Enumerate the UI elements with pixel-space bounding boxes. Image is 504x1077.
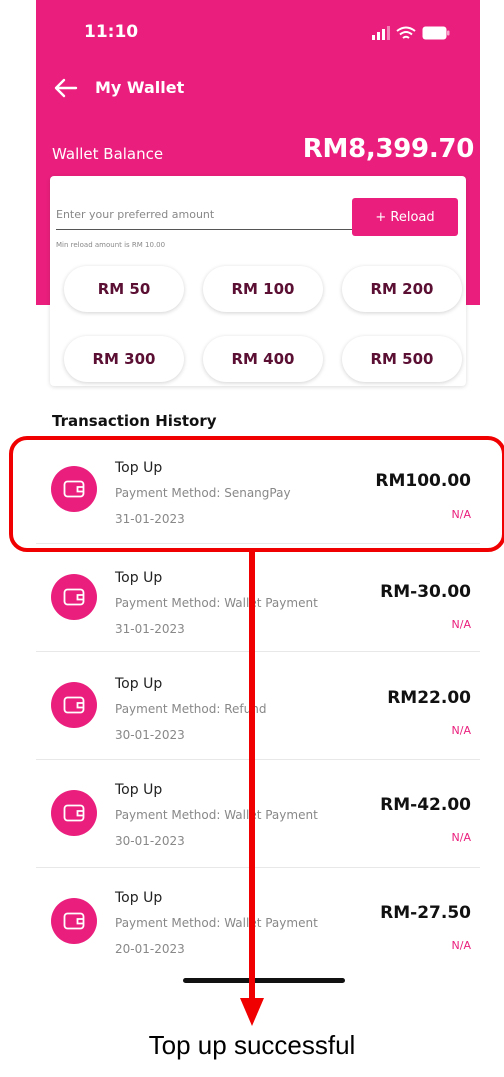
preset-rm-500[interactable]: RM 500: [342, 336, 462, 382]
transaction-title: Top Up: [115, 890, 163, 906]
transaction-date: 31-01-2023: [115, 622, 185, 636]
wifi-icon: [396, 26, 416, 39]
status-icons: [372, 24, 450, 42]
preset-rm-50[interactable]: RM 50: [64, 266, 184, 312]
transaction-amount: RM-30.00: [380, 582, 471, 602]
arrow-left-icon[interactable]: [52, 76, 78, 100]
reload-min-hint: Min reload amount is RM 10.00: [56, 241, 166, 249]
transaction-title: Top Up: [115, 676, 163, 692]
transaction-status: N/A: [451, 831, 471, 844]
transaction-method: Payment Method: Wallet Payment: [115, 916, 318, 930]
transaction-date: 30-01-2023: [115, 728, 185, 742]
page-title: My Wallet: [95, 78, 185, 97]
signal-icon: [372, 26, 390, 40]
transaction-method: Payment Method: Wallet Payment: [115, 808, 318, 822]
preset-rm-300[interactable]: RM 300: [64, 336, 184, 382]
transaction-title: Top Up: [115, 782, 163, 798]
reload-button[interactable]: + Reload: [352, 198, 458, 236]
battery-icon: [422, 26, 450, 40]
transaction-amount: RM-27.50: [380, 903, 471, 923]
status-bar: 11:10: [36, 0, 480, 66]
wallet-balance-value: RM8,399.70: [302, 134, 475, 164]
wallet-icon: [51, 682, 97, 728]
transaction-date: 20-01-2023: [115, 942, 185, 956]
transaction-status: N/A: [451, 939, 471, 952]
transaction-amount: RM-42.00: [380, 795, 471, 815]
preset-rm-100[interactable]: RM 100: [203, 266, 323, 312]
preset-rm-400[interactable]: RM 400: [203, 336, 323, 382]
transaction-status: N/A: [451, 724, 471, 737]
wallet-icon: [51, 574, 97, 620]
reload-card: Min reload amount is RM 10.00 + Reload R…: [50, 176, 466, 386]
down-arrow-icon: [240, 548, 264, 1026]
annotation-caption: Top up successful: [148, 1030, 356, 1060]
wallet-icon: [51, 898, 97, 944]
wallet-balance-label: Wallet Balance: [52, 145, 164, 163]
transaction-history-title: Transaction History: [52, 412, 217, 430]
transaction-amount: RM22.00: [387, 688, 471, 708]
nav-bar: My Wallet: [36, 68, 480, 108]
transaction-date: 30-01-2023: [115, 834, 185, 848]
transaction-title: Top Up: [115, 570, 163, 586]
highlight-box: [9, 436, 504, 552]
preset-rm-200[interactable]: RM 200: [342, 266, 462, 312]
transaction-method: Payment Method: Wallet Payment: [115, 596, 318, 610]
wallet-icon: [51, 790, 97, 836]
status-time: 11:10: [84, 22, 139, 42]
transaction-status: N/A: [451, 618, 471, 631]
reload-amount-input[interactable]: [56, 200, 374, 230]
